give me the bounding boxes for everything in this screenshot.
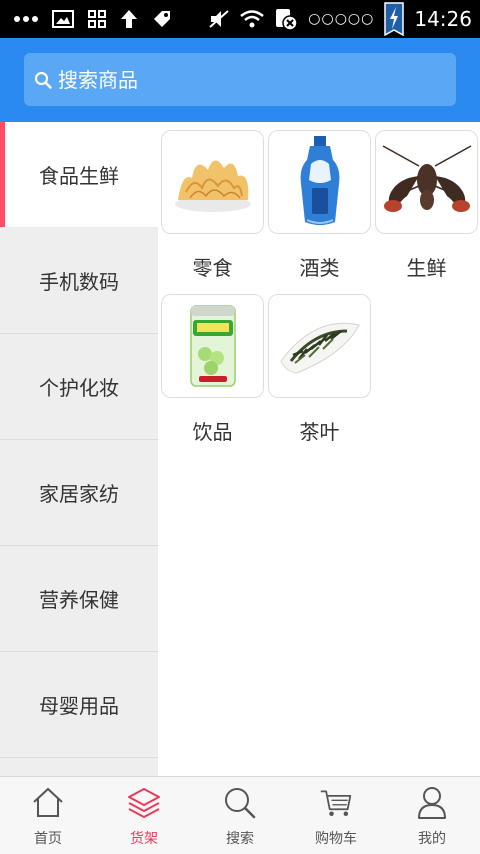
product-label: 饮品 xyxy=(192,420,233,444)
tab-label: 首页 xyxy=(34,831,62,847)
product-liquor[interactable]: 酒类 xyxy=(267,130,372,294)
snack-image xyxy=(161,130,264,234)
category-item-home[interactable]: 家居家纺 xyxy=(0,440,158,546)
tab-search[interactable]: 搜索 xyxy=(192,777,288,854)
tab-label: 我的 xyxy=(418,831,446,847)
wifi-icon xyxy=(240,10,265,28)
category-label: 手机数码 xyxy=(39,270,119,294)
tag-icon xyxy=(152,9,172,29)
header xyxy=(0,38,480,122)
drink-can-image xyxy=(161,294,264,398)
sim-indicator: ○○○○○ xyxy=(308,11,375,27)
category-label: 母婴用品 xyxy=(39,694,119,718)
layers-icon xyxy=(127,786,161,820)
category-item-cosmetics[interactable]: 个护化妆 xyxy=(0,334,158,440)
tab-label: 购物车 xyxy=(315,831,357,847)
tab-profile[interactable]: 我的 xyxy=(384,777,480,854)
clock: 14:26 xyxy=(414,7,472,31)
product-panel: 零食 酒类 生鲜 饮品 茶叶 xyxy=(158,122,480,776)
product-label: 生鲜 xyxy=(406,256,447,280)
upload-arrow-icon xyxy=(120,9,138,29)
product-drinks[interactable]: 饮品 xyxy=(160,294,265,458)
product-label: 茶叶 xyxy=(299,420,340,444)
category-item-baby[interactable]: 母婴用品 xyxy=(0,652,158,758)
product-grid: 零食 酒类 生鲜 饮品 茶叶 xyxy=(160,130,480,458)
product-fresh[interactable]: 生鲜 xyxy=(374,130,479,294)
bottom-tab-bar: 首页 货架 搜索 购物车 我的 xyxy=(0,776,480,854)
category-sidebar: 食品生鲜 手机数码 个护化妆 家居家纺 营养保健 母婴用品 xyxy=(0,122,158,776)
product-snacks[interactable]: 零食 xyxy=(160,130,265,294)
search-input[interactable] xyxy=(58,67,418,92)
tab-label: 货架 xyxy=(130,831,158,847)
lobster-image xyxy=(375,130,478,234)
product-tea[interactable]: 茶叶 xyxy=(267,294,372,458)
gallery-icon xyxy=(52,10,74,28)
category-label: 家居家纺 xyxy=(39,482,119,506)
product-label: 零食 xyxy=(192,256,233,280)
category-label: 个护化妆 xyxy=(39,376,119,400)
category-item-food[interactable]: 食品生鲜 xyxy=(0,122,158,228)
tab-cart[interactable]: 购物车 xyxy=(288,777,384,854)
category-item-digital[interactable]: 手机数码 xyxy=(0,228,158,334)
liquor-image xyxy=(268,130,371,234)
product-label: 酒类 xyxy=(299,256,340,280)
tab-label: 搜索 xyxy=(226,831,254,847)
tea-leaves-image xyxy=(268,294,371,398)
user-icon xyxy=(415,786,449,820)
category-label: 营养保健 xyxy=(39,588,119,612)
category-item-health[interactable]: 营养保健 xyxy=(0,546,158,652)
status-bar: ○○○○○ 14:26 xyxy=(0,0,480,38)
tab-home[interactable]: 首页 xyxy=(0,777,96,854)
data-icon xyxy=(274,8,299,30)
search-icon xyxy=(34,71,52,89)
search-box[interactable] xyxy=(24,53,456,106)
search-icon xyxy=(223,786,257,820)
grid-icon xyxy=(88,10,106,28)
more-dots-icon xyxy=(14,15,38,23)
cart-icon xyxy=(319,786,353,820)
home-icon xyxy=(31,786,65,820)
battery-charging-icon xyxy=(384,2,405,36)
category-label: 食品生鲜 xyxy=(39,164,119,188)
mute-icon xyxy=(208,9,230,29)
tab-shelf[interactable]: 货架 xyxy=(96,777,192,854)
